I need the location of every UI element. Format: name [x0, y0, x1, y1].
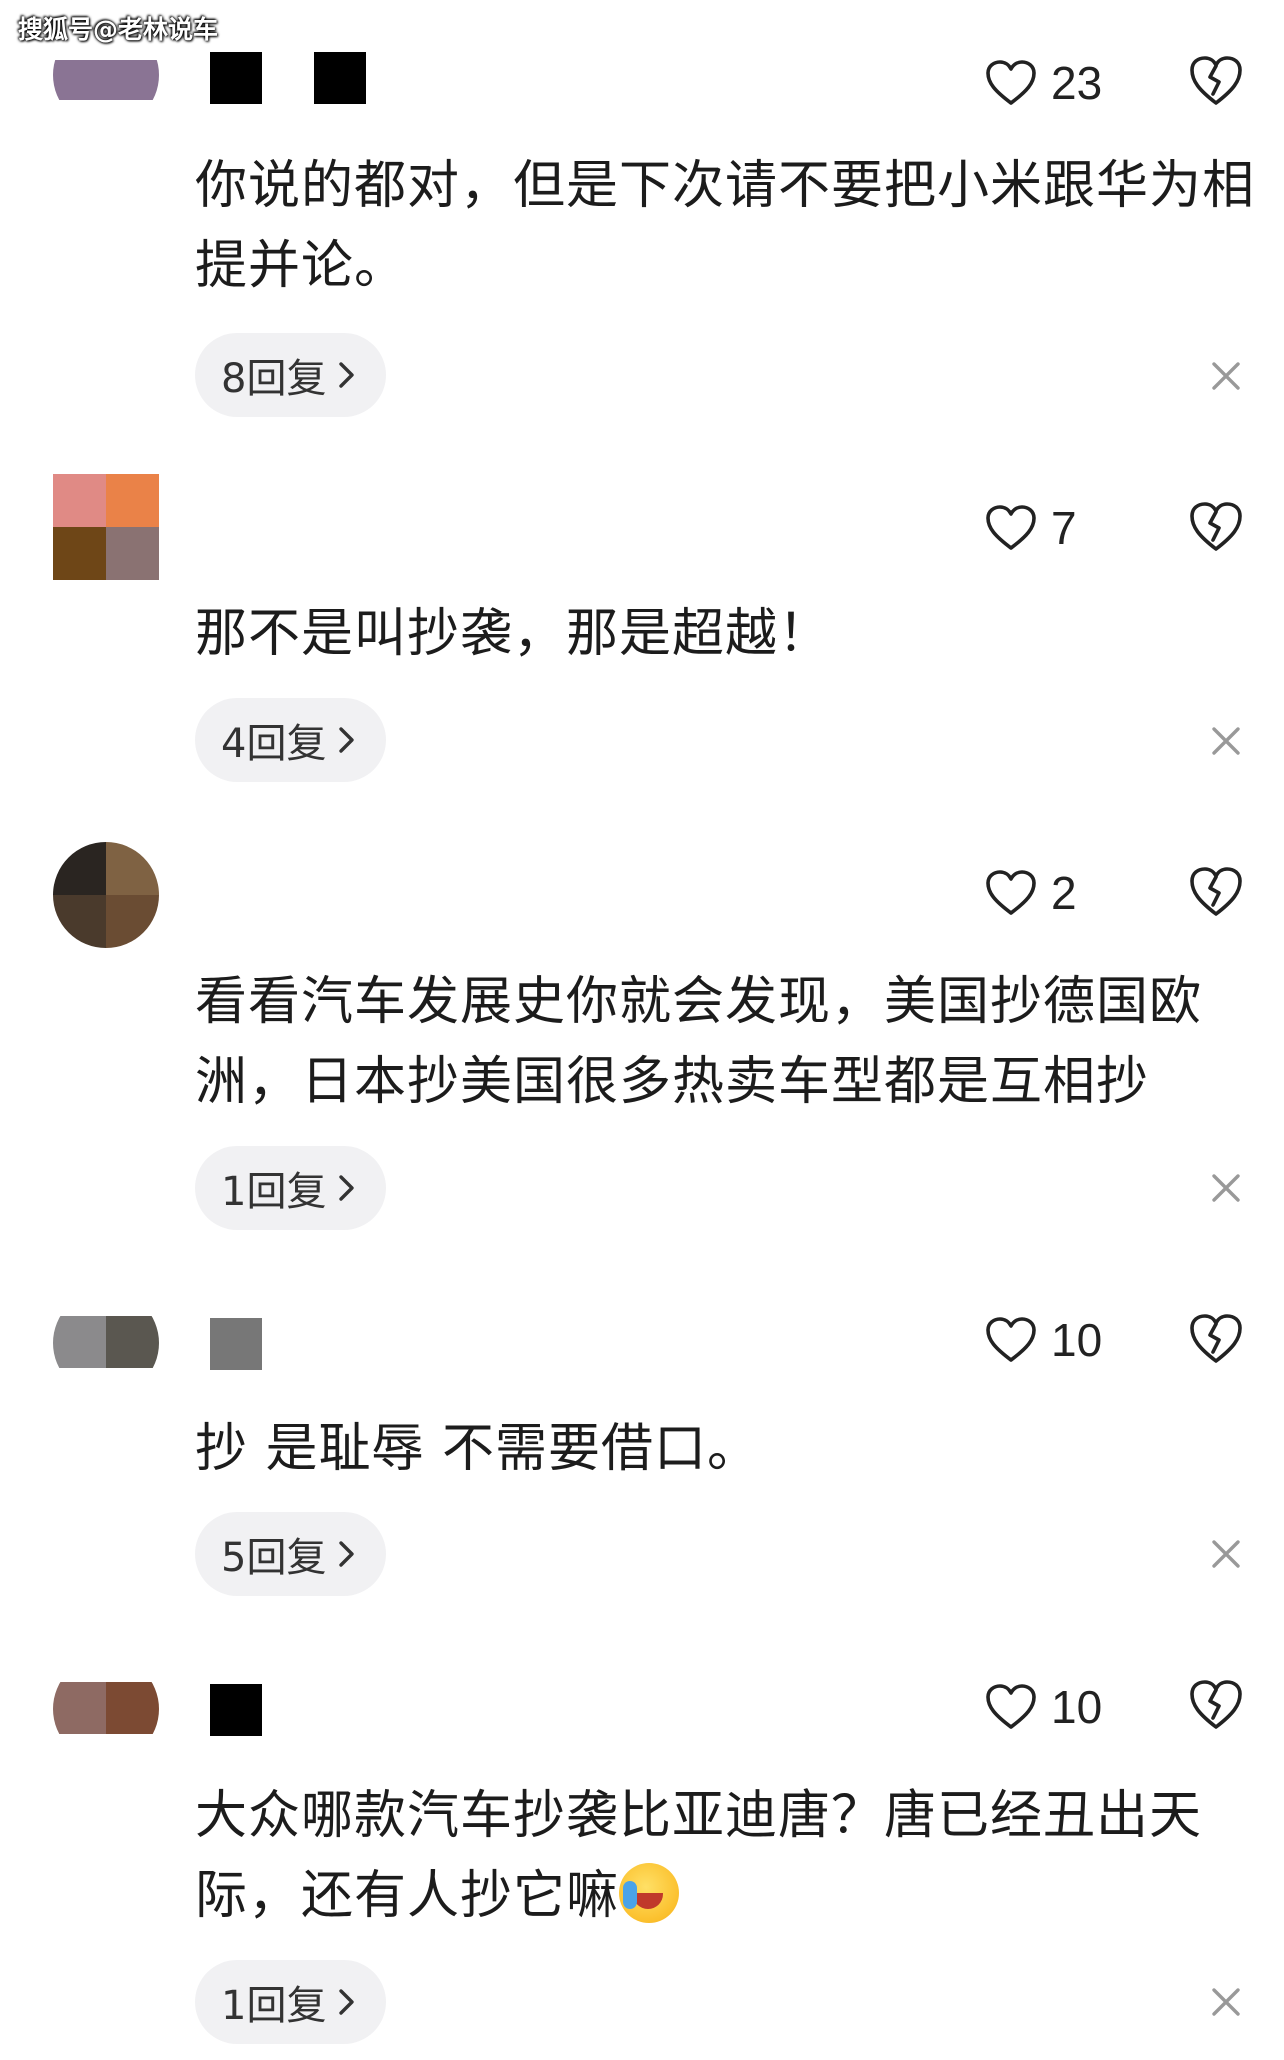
- heart-outline-icon: [986, 505, 1036, 550]
- avatar[interactable]: [53, 842, 159, 948]
- avatar[interactable]: [53, 1656, 159, 1762]
- username[interactable]: [210, 1684, 262, 1744]
- reply-count: 4回复: [221, 721, 327, 767]
- username-redaction: [210, 52, 262, 104]
- comment-text: 你说的都对，但是下次请不要把小米跟华为相提并论。: [195, 156, 1256, 296]
- dislike-button[interactable]: [1188, 865, 1244, 919]
- view-replies-button[interactable]: 8回复: [195, 333, 387, 417]
- close-button[interactable]: [1208, 1984, 1244, 2020]
- close-icon: [1212, 1988, 1240, 2016]
- broken-heart-icon: [1190, 867, 1242, 916]
- close-icon: [1212, 362, 1240, 390]
- heart-outline-icon: [986, 1684, 1036, 1729]
- view-replies-button[interactable]: 4回复: [195, 698, 387, 782]
- broken-heart-icon: [1190, 502, 1242, 551]
- watermark: 搜狐号@老林说车: [18, 15, 219, 44]
- broken-heart-icon: [1190, 56, 1242, 105]
- chevron-right-icon: [339, 362, 355, 388]
- heart-outline-icon: [986, 870, 1036, 915]
- like-button[interactable]: 7: [985, 501, 1077, 555]
- comment-text: 那不是叫抄袭，那是超越！: [195, 604, 832, 664]
- reply-count: 1回复: [221, 1169, 327, 1215]
- like-button[interactable]: 10: [985, 1680, 1102, 1734]
- like-button[interactable]: 23: [985, 56, 1102, 110]
- like-button[interactable]: 2: [985, 866, 1077, 920]
- dislike-button[interactable]: [1188, 500, 1244, 554]
- username-redaction: [314, 52, 366, 104]
- chevron-right-icon: [339, 1541, 355, 1567]
- like-count: 10: [1051, 1314, 1103, 1366]
- close-button[interactable]: [1208, 1536, 1244, 1572]
- close-button[interactable]: [1208, 1170, 1244, 1206]
- heart-outline-icon: [986, 60, 1036, 105]
- comment-text: 大众哪款汽车抄袭比亚迪唐？唐已经丑出天际，还有人抄它嘛: [195, 1776, 1255, 1936]
- username[interactable]: [210, 52, 366, 112]
- dislike-button[interactable]: [1188, 54, 1244, 108]
- like-count: 23: [1051, 57, 1103, 109]
- view-replies-button[interactable]: 1回复: [195, 1146, 387, 1230]
- close-button[interactable]: [1208, 358, 1244, 394]
- heart-outline-icon: [986, 1317, 1036, 1362]
- reply-count: 5回复: [221, 1535, 327, 1581]
- chevron-right-icon: [339, 727, 355, 753]
- reply-count: 8回复: [221, 356, 327, 402]
- comment-text: 看看汽车发展史你就会发现，美国抄德国欧洲，日本抄美国很多热卖车型都是互相抄: [195, 972, 1203, 1112]
- username[interactable]: [210, 1318, 262, 1378]
- close-button[interactable]: [1208, 723, 1244, 759]
- chevron-right-icon: [339, 1175, 355, 1201]
- close-icon: [1212, 727, 1240, 755]
- username-redaction: [210, 1684, 262, 1736]
- like-count: 2: [1051, 867, 1077, 919]
- avatar[interactable]: [53, 474, 159, 580]
- close-icon: [1212, 1174, 1240, 1202]
- like-count: 10: [1051, 1681, 1103, 1733]
- comment-text-content: 大众哪款汽车抄袭比亚迪唐？唐已经丑出天际，还有人抄它嘛: [195, 1786, 1203, 1926]
- dislike-button[interactable]: [1188, 1678, 1244, 1732]
- view-replies-button[interactable]: 5回复: [195, 1512, 387, 1596]
- laughing-crying-emoji-icon: [619, 1863, 680, 1923]
- close-icon: [1212, 1540, 1240, 1568]
- broken-heart-icon: [1190, 1314, 1242, 1363]
- broken-heart-icon: [1190, 1680, 1242, 1729]
- dislike-button[interactable]: [1188, 1312, 1244, 1366]
- avatar[interactable]: [53, 1290, 159, 1396]
- view-replies-button[interactable]: 1回复: [195, 1960, 387, 2044]
- username-redaction: [210, 1318, 262, 1370]
- like-button[interactable]: 10: [985, 1313, 1102, 1367]
- comment-text: 抄 是耻辱 不需要借口。: [195, 1419, 761, 1479]
- like-count: 7: [1051, 502, 1077, 554]
- reply-count: 1回复: [221, 1983, 327, 2029]
- chevron-right-icon: [339, 1989, 355, 2015]
